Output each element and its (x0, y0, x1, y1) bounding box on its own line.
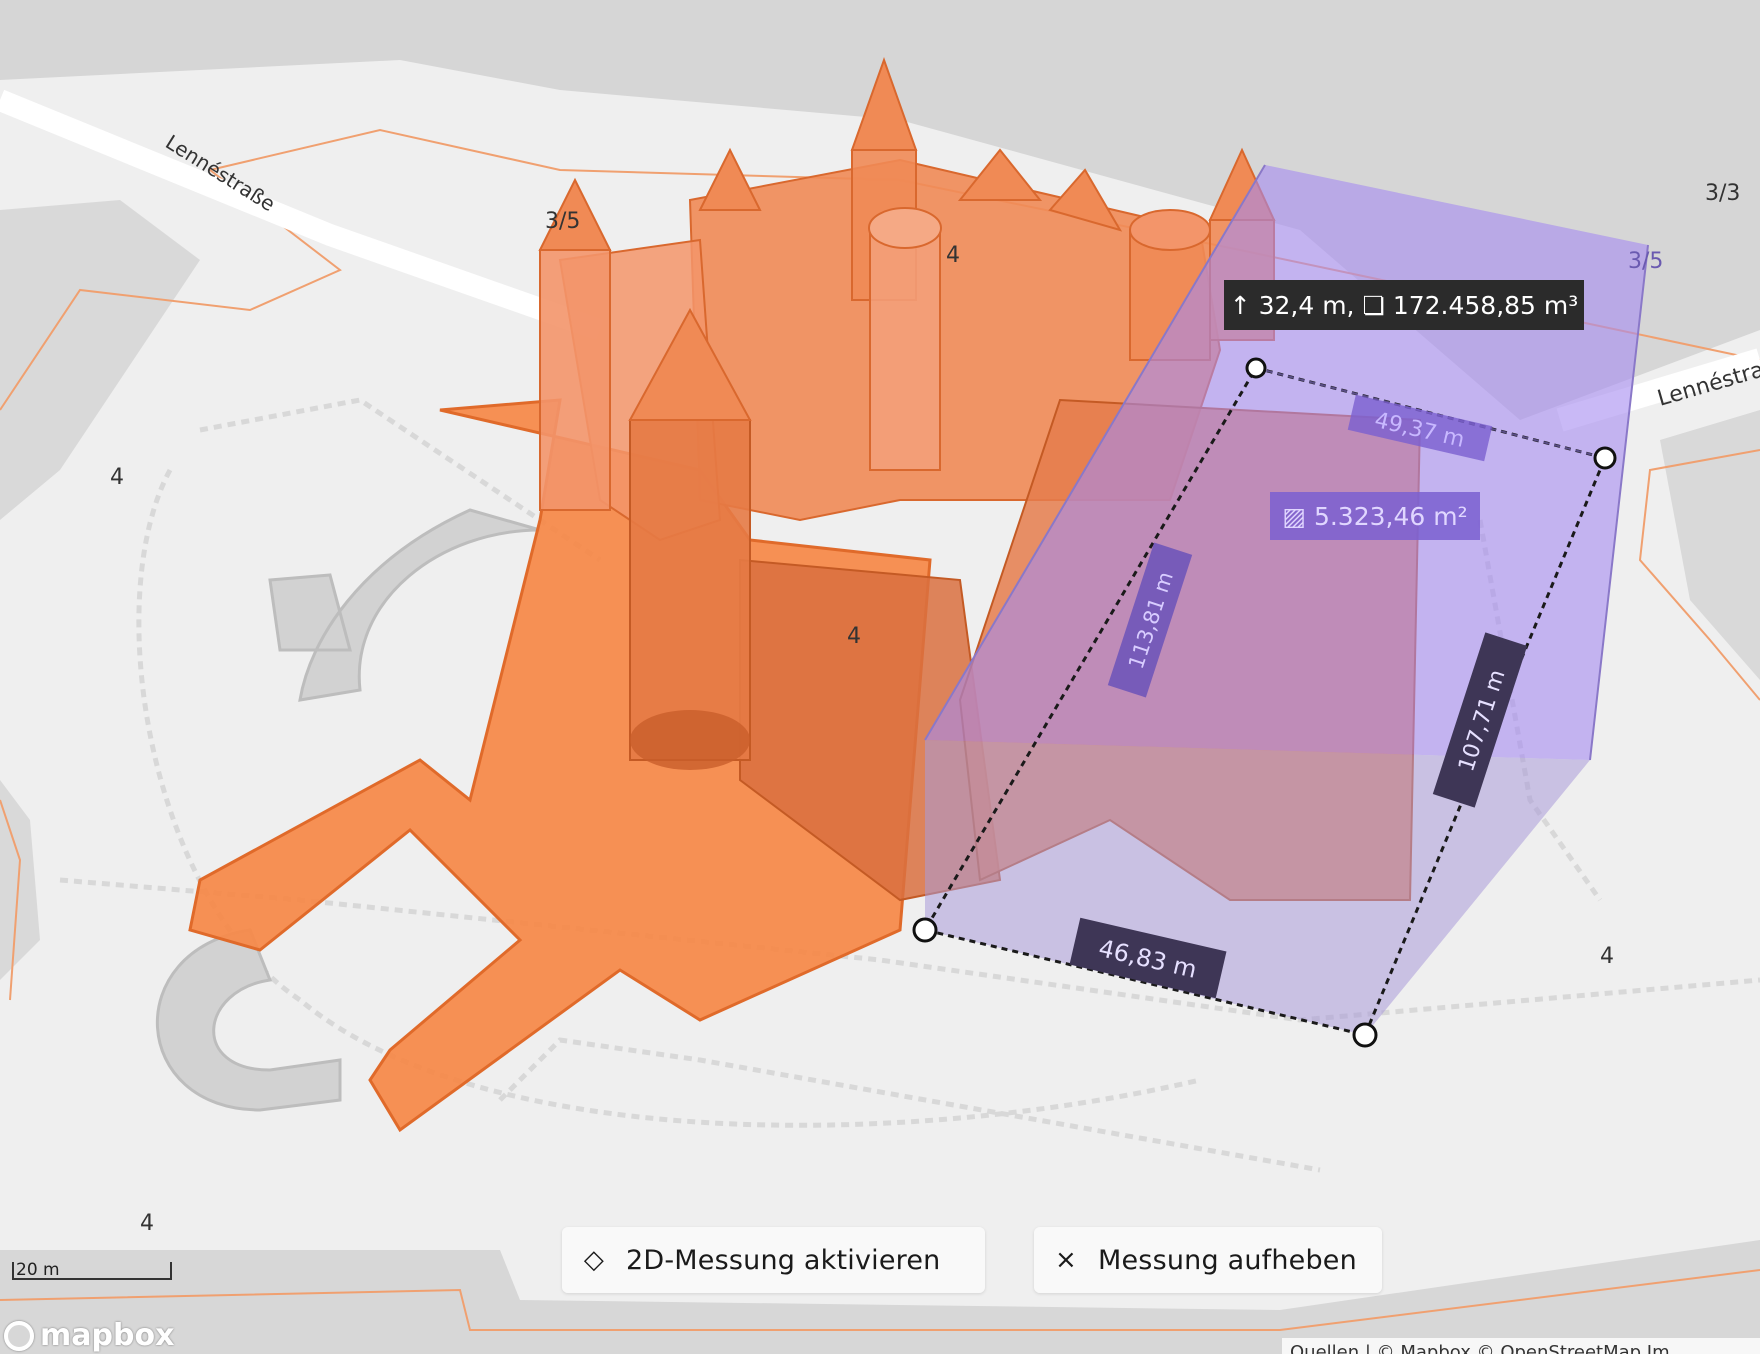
building-label: 4 (1600, 944, 1614, 969)
activate-2d-measure-label: 2D-Messung aktivieren (626, 1244, 941, 1276)
close-icon: × (1055, 1245, 1077, 1275)
building-label: 4 (847, 624, 861, 649)
area-label-text: ▨ 5.323,46 m² (1282, 502, 1467, 531)
tower-center (868, 207, 942, 471)
building-label: 4 (946, 243, 960, 268)
scale-label: 20 m (16, 1260, 60, 1280)
mapbox-logo-icon (4, 1320, 34, 1351)
measurement-tooltip-text: ↑ 32,4 m, ❏ 172.458,85 m³ (1229, 290, 1579, 320)
measure-vertex[interactable] (1245, 357, 1267, 379)
measurement-tooltip: ↑ 32,4 m, ❏ 172.458,85 m³ (1224, 280, 1584, 330)
measure-vertex[interactable] (1352, 1022, 1378, 1048)
attribution[interactable]: Quellen | © Mapbox © OpenStreetMap Im (1282, 1338, 1760, 1354)
mapbox-logo[interactable]: mapbox (4, 1318, 174, 1353)
diamond-outline-icon: ◇ (583, 1245, 605, 1275)
building-label: 3/5 (545, 209, 580, 234)
building-label: 3/3 (1705, 181, 1740, 206)
measure-vertex[interactable] (912, 917, 938, 943)
mapbox-logo-text: mapbox (40, 1318, 175, 1353)
clear-measure-label: Messung aufheben (1098, 1244, 1357, 1276)
map-canvas[interactable]: 49,37 m 113,81 m 107,71 m 46,83 m ▨ 5.32… (0, 0, 1760, 1354)
building-label: 4 (110, 465, 124, 490)
measure-vertex[interactable] (1593, 446, 1617, 470)
clear-measure-button[interactable]: × Messung aufheben (1034, 1227, 1382, 1293)
building-label: 4 (140, 1211, 154, 1236)
area-label: ▨ 5.323,46 m² (1270, 492, 1480, 540)
activate-2d-measure-button[interactable]: ◇ 2D-Messung aktivieren (562, 1227, 985, 1293)
building-label: 3/5 (1628, 249, 1663, 274)
